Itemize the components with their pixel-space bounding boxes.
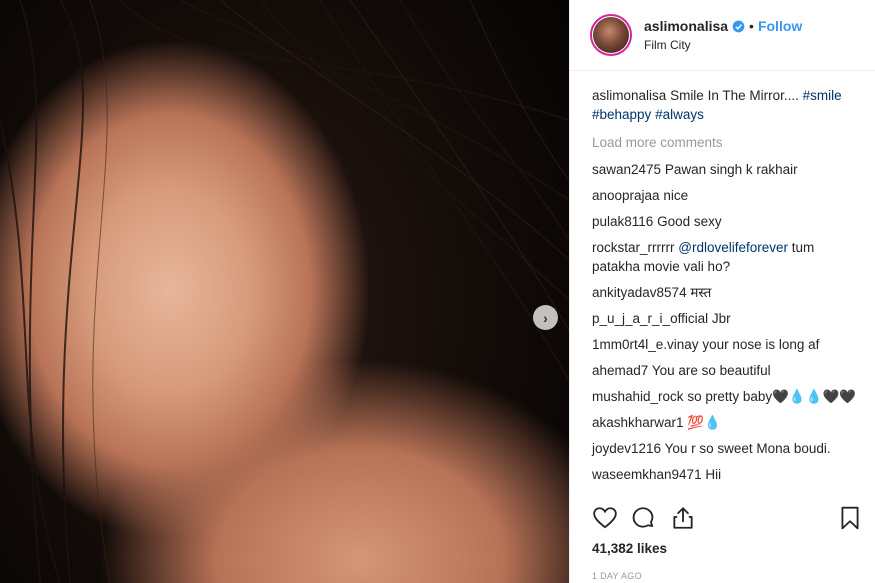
comment-text: Hii <box>705 467 722 482</box>
post-username[interactable]: aslimonalisa <box>644 18 728 34</box>
comment-username[interactable]: sawan2475 <box>592 162 661 177</box>
hair-texture <box>0 0 569 583</box>
comment-username[interactable]: mushahid_rock <box>592 389 684 404</box>
comment-username[interactable]: akashkharwar1 <box>592 415 684 430</box>
comment-text: मस्त <box>690 285 712 300</box>
comment-username[interactable]: ahemad7 <box>592 363 648 378</box>
comment-item: waseemkhan9471 Hii <box>592 465 857 484</box>
post-header: aslimonalisa • Follow Film City <box>570 0 875 71</box>
bookmark-icon[interactable] <box>837 505 863 531</box>
comment-username[interactable]: p_u_j_a_r_i_official <box>592 311 708 326</box>
comment-username[interactable]: joydev1216 <box>592 441 661 456</box>
post-timestamp: 1 DAY AGO <box>592 571 642 581</box>
comment-item: mushahid_rock so pretty baby🖤💧💧🖤🖤 <box>592 387 857 406</box>
comment-text: so pretty baby🖤💧💧🖤🖤 <box>687 389 857 404</box>
verified-badge-icon <box>732 20 745 32</box>
comment-username[interactable]: pulak8116 <box>592 214 653 229</box>
follow-button[interactable]: Follow <box>758 18 802 34</box>
action-bar <box>592 505 862 533</box>
comment-username[interactable]: ankityadav8574 <box>592 285 687 300</box>
hashtag-link[interactable]: #behappy <box>592 107 651 122</box>
comment-icon[interactable] <box>630 505 656 531</box>
comment-item: p_u_j_a_r_i_official Jbr <box>592 309 857 328</box>
post-caption: aslimonalisa Smile In The Mirror.... #sm… <box>592 86 862 124</box>
comment-text: 💯💧 <box>687 415 721 430</box>
load-more-comments-button[interactable]: Load more comments <box>592 135 875 150</box>
avatar[interactable] <box>590 14 632 56</box>
comment-text: Pawan singh k rakhair <box>664 162 798 177</box>
comments-list[interactable]: aslimonalisa Smile In The Mirror.... #sm… <box>570 71 875 496</box>
post-panel: aslimonalisa • Follow Film City aslimona… <box>569 0 875 583</box>
separator-dot: • <box>749 18 754 34</box>
comment-item: 1mm0rt4l_e.vinay your nose is long af <box>592 335 857 354</box>
post-photo[interactable]: › <box>0 0 569 583</box>
caption-text: Smile In The Mirror.... <box>670 88 799 103</box>
comment-username[interactable]: waseemkhan9471 <box>592 467 702 482</box>
comment-text: Good sexy <box>657 214 722 229</box>
comment-item: rockstar_rrrrrr @rdlovelifeforever tum p… <box>592 238 857 276</box>
comment-item: ahemad7 You are so beautiful <box>592 361 857 380</box>
share-icon[interactable] <box>670 505 696 531</box>
comment-item: anooprajaa nice <box>592 186 857 205</box>
comment-username[interactable]: anooprajaa <box>592 188 660 203</box>
like-count[interactable]: 41,382 likes <box>592 541 667 556</box>
location-link[interactable]: Film City <box>644 38 802 52</box>
comment-text: nice <box>663 188 689 203</box>
next-image-button[interactable]: › <box>533 305 558 330</box>
comment-username[interactable]: 1mm0rt4l_e.vinay <box>592 337 699 352</box>
comment-item: pulak8116 Good sexy <box>592 212 857 231</box>
comment-item: joydev1216 You r so sweet Mona boudi. <box>592 439 857 458</box>
comment-text: You are so beautiful <box>651 363 771 378</box>
avatar-image <box>593 17 629 53</box>
comment-text: Jbr <box>711 311 731 326</box>
comment-item: akashkharwar1 💯💧 <box>592 413 857 432</box>
comment-username[interactable]: rockstar_rrrrrr <box>592 240 675 255</box>
heart-icon[interactable] <box>592 505 618 531</box>
comment-text: You r so sweet Mona boudi. <box>664 441 831 456</box>
hashtag-link[interactable]: #smile <box>803 88 842 103</box>
comment-mention[interactable]: @rdlovelifeforever <box>678 240 788 255</box>
caption-username[interactable]: aslimonalisa <box>592 88 666 103</box>
comment-item: sawan2475 Pawan singh k rakhair <box>592 160 857 179</box>
comment-item: ankityadav8574 मस्त <box>592 283 857 302</box>
hashtag-link[interactable]: #always <box>655 107 704 122</box>
comment-text: your nose is long af <box>702 337 820 352</box>
